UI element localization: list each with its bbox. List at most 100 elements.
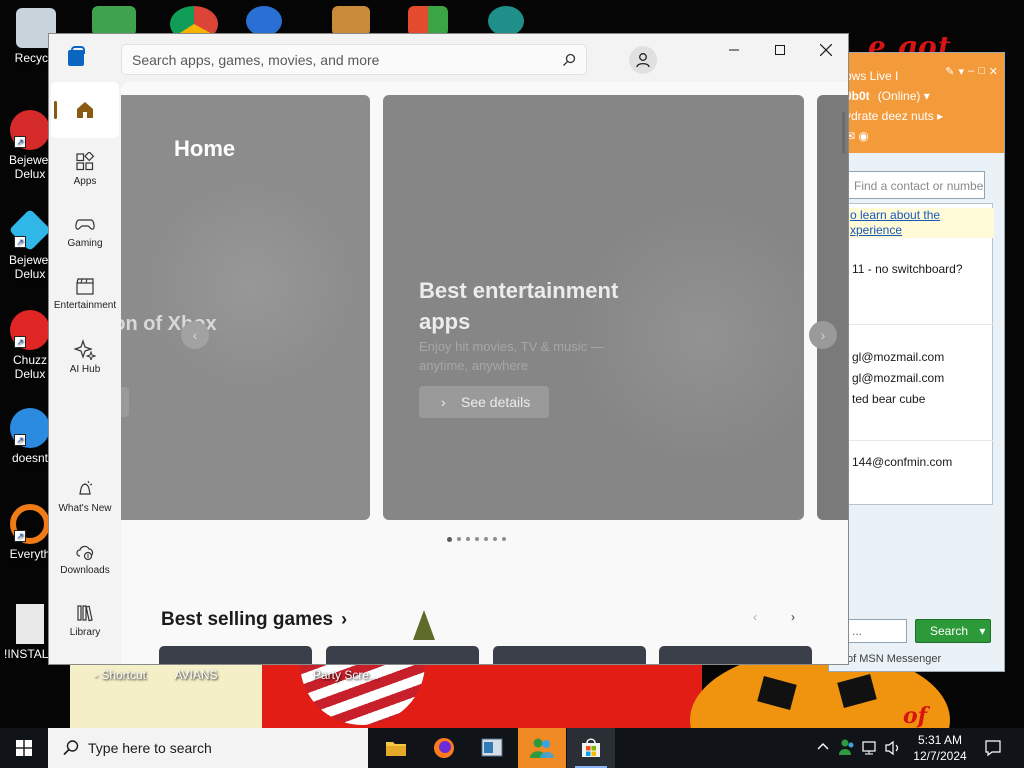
msn-personal-message[interactable]: ydrate deez nuts ▸ xyxy=(845,109,1004,123)
desktop-icon-label[interactable]: - Shortcut xyxy=(88,668,152,682)
nav-item-apps[interactable]: Apps xyxy=(51,144,119,200)
msn-search-input[interactable]: ... xyxy=(847,619,907,643)
nav-item-gaming[interactable]: Gaming xyxy=(51,206,119,262)
app-desktop-icon[interactable] xyxy=(488,6,524,36)
msn-contact-entry[interactable]: ted bear cube xyxy=(852,392,925,406)
taskbar-messenger[interactable] xyxy=(518,728,566,768)
nav-item-label: Entertainment xyxy=(53,300,117,311)
account-avatar[interactable] xyxy=(629,46,657,74)
msn-contact-list[interactable]: o learn about the xperience 11 - no swit… xyxy=(847,203,994,505)
title-bar[interactable] xyxy=(49,34,848,82)
clapperboard-icon xyxy=(76,278,94,295)
bell-sparkle-icon xyxy=(79,480,93,495)
nav-item-label: What's New xyxy=(58,503,112,514)
hero-button[interactable]: s xyxy=(121,387,129,417)
msn-contact-entry[interactable]: gl@mozmail.com xyxy=(852,350,944,364)
carousel-dot[interactable] xyxy=(502,537,506,541)
notification-center-button[interactable] xyxy=(984,739,1002,762)
carousel-dot[interactable] xyxy=(493,537,497,541)
nav-item-entertainment[interactable]: Entertainment xyxy=(51,268,119,324)
nav-item-ai-hub[interactable]: AI Hub xyxy=(51,330,119,386)
tray-volume[interactable] xyxy=(884,740,902,761)
carousel-dot[interactable] xyxy=(475,537,479,541)
notification-icon xyxy=(985,740,1001,757)
start-button[interactable] xyxy=(0,728,48,768)
taskbar-clock[interactable]: 5:31 AM 12/7/2024 xyxy=(908,732,972,764)
sparkle-icon xyxy=(74,339,96,360)
store-window[interactable]: Apps Gaming Entertainment AI Hub What's … xyxy=(48,33,849,665)
section-prev-button[interactable]: ‹ xyxy=(753,610,757,624)
msn-presence: (Online) xyxy=(877,89,921,103)
taskbar-search-box[interactable]: Type here to search xyxy=(48,728,368,768)
nav-item-downloads[interactable]: Downloads xyxy=(51,533,119,589)
carousel-dot[interactable] xyxy=(457,537,461,541)
taskbar-search-placeholder: Type here to search xyxy=(88,740,212,756)
section-title-best-selling[interactable]: Best selling games › xyxy=(161,609,347,631)
carousel-dot[interactable] xyxy=(466,537,470,541)
app-desktop-icon[interactable] xyxy=(408,6,448,36)
close-button[interactable] xyxy=(803,34,848,66)
tray-network[interactable] xyxy=(862,740,880,761)
app-desktop-icon[interactable] xyxy=(246,6,282,36)
search-box[interactable] xyxy=(121,44,587,75)
carousel-dot[interactable] xyxy=(484,537,488,541)
msn-info-link[interactable]: o learn about the xperience xyxy=(848,208,994,238)
msn-contact-entry[interactable]: gl@mozmail.com xyxy=(852,371,944,385)
hero-card-next[interactable] xyxy=(817,95,848,520)
minimize-button[interactable] xyxy=(711,34,757,66)
nav-item-home[interactable] xyxy=(51,82,119,138)
see-details-button[interactable]: › See details xyxy=(419,386,549,418)
msn-find-contact-input[interactable]: Find a contact or numbe xyxy=(847,171,985,199)
section-next-button[interactable]: › xyxy=(791,610,795,624)
main-content[interactable]: Home ason of Xbox s ‹ Best entertainment… xyxy=(121,82,848,664)
taskbar-file-explorer[interactable] xyxy=(372,728,420,768)
maximize-icon[interactable]: □ xyxy=(978,65,985,78)
taskbar-firefox[interactable] xyxy=(420,728,468,768)
carousel-dot[interactable] xyxy=(447,537,452,542)
taskbar-microsoft-store[interactable] xyxy=(567,728,615,768)
nav-item-library[interactable]: Library xyxy=(51,595,119,651)
clock-date: 12/7/2024 xyxy=(913,749,967,763)
search-input[interactable] xyxy=(132,50,552,70)
hero-card-xbox[interactable]: Home ason of Xbox s xyxy=(121,95,370,520)
globe-icon[interactable]: ◉ xyxy=(858,129,868,143)
game-tile[interactable] xyxy=(493,646,646,664)
shortcut-arrow-icon: ↗ xyxy=(14,236,26,248)
app-desktop-icon[interactable] xyxy=(332,6,370,36)
gamepad-icon xyxy=(75,219,95,230)
nav-item-whats-new[interactable]: What's New xyxy=(51,471,119,527)
nav-item-label: Library xyxy=(69,627,101,638)
msn-display-name[interactable]: 0b0t (Online) ▾ xyxy=(845,89,1004,103)
clock-time: 5:31 AM xyxy=(917,733,963,747)
desktop-icon-label: doesnt xyxy=(11,451,49,465)
network-icon xyxy=(862,741,876,755)
search-icon[interactable] xyxy=(562,53,576,67)
library-icon xyxy=(77,605,93,622)
msn-messenger-window[interactable]: ows Live I ✎ ▾ – □ ✕ 0b0t (Online) ▾ ydra… xyxy=(828,52,1005,672)
msn-contact-entry[interactable]: 144@confmin.com xyxy=(852,455,952,469)
show-hidden-icons-button[interactable] xyxy=(816,740,830,759)
game-tile[interactable] xyxy=(659,646,812,664)
desktop-icon-label[interactable]: AVIANS xyxy=(164,668,228,682)
carousel-next-button[interactable]: › xyxy=(809,321,837,349)
chevron-right-icon: › xyxy=(341,609,348,629)
chevron-down-icon[interactable]: ▾ xyxy=(958,65,964,78)
game-tile[interactable] xyxy=(326,646,479,664)
scrollbar-thumb[interactable] xyxy=(842,112,845,154)
chevron-up-icon xyxy=(817,743,829,750)
carousel-prev-button[interactable]: ‹ xyxy=(181,321,209,349)
shortcut-arrow-icon: ↗ xyxy=(14,336,26,348)
msn-contact-entry[interactable]: 11 - no switchboard? xyxy=(852,262,963,276)
msn-menu-icon[interactable]: ✎ xyxy=(945,65,954,78)
close-icon[interactable]: ✕ xyxy=(989,65,998,78)
chevron-down-icon[interactable]: ▾ xyxy=(979,624,985,638)
hero-card-entertainment[interactable]: Best entertainment apps Enjoy hit movies… xyxy=(383,95,804,520)
taskbar-app[interactable] xyxy=(468,728,516,768)
minimize-icon[interactable]: – xyxy=(968,65,974,78)
maximize-button[interactable] xyxy=(757,34,803,66)
game-tile[interactable] xyxy=(159,646,312,664)
tray-messenger[interactable] xyxy=(838,738,856,761)
desktop-icon-label[interactable]: Party Scre... xyxy=(310,668,382,682)
msn-search-button[interactable]: Search ▾ xyxy=(915,619,991,643)
messenger-desktop-icon[interactable] xyxy=(92,6,136,36)
